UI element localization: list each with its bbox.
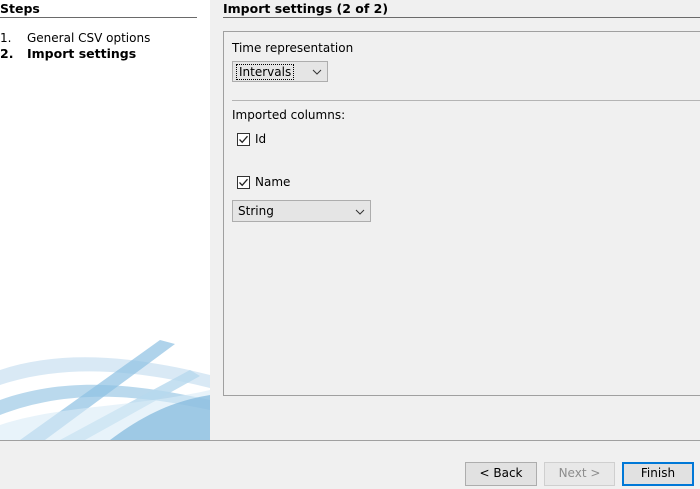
name-column-type-select[interactable]: String xyxy=(232,200,371,222)
name-column-checkbox[interactable] xyxy=(237,176,250,189)
header-divider xyxy=(223,17,700,18)
steps-divider xyxy=(0,17,197,18)
id-column-label[interactable]: Id xyxy=(255,132,266,146)
section-divider xyxy=(232,100,700,101)
step-number: 2. xyxy=(0,46,14,61)
back-button[interactable]: < Back xyxy=(465,462,537,486)
time-representation-value: Intervals xyxy=(236,64,295,80)
name-column-type-value: String xyxy=(238,204,274,218)
chevron-down-icon xyxy=(355,209,365,215)
checkmark-icon xyxy=(239,178,248,187)
time-representation-label: Time representation xyxy=(232,41,354,55)
step-number: 1. xyxy=(0,31,12,45)
id-column-checkbox[interactable] xyxy=(237,133,250,146)
step-label: General CSV options xyxy=(27,31,151,45)
time-representation-select[interactable]: Intervals xyxy=(232,61,328,82)
next-button[interactable]: Next > xyxy=(544,462,615,486)
chevron-down-icon xyxy=(312,69,322,75)
imported-columns-label: Imported columns: xyxy=(232,108,346,122)
footer-divider xyxy=(0,440,700,441)
page-title: Import settings (2 of 2) xyxy=(223,1,389,16)
wave-decoration-graphic xyxy=(0,340,210,440)
name-column-label[interactable]: Name xyxy=(255,175,290,189)
step-label: Import settings xyxy=(27,46,137,61)
checkmark-icon xyxy=(239,135,248,144)
finish-button[interactable]: Finish xyxy=(622,462,694,486)
steps-title: Steps xyxy=(0,1,40,16)
steps-panel: Steps 1. General CSV options 2. Import s… xyxy=(0,0,210,440)
